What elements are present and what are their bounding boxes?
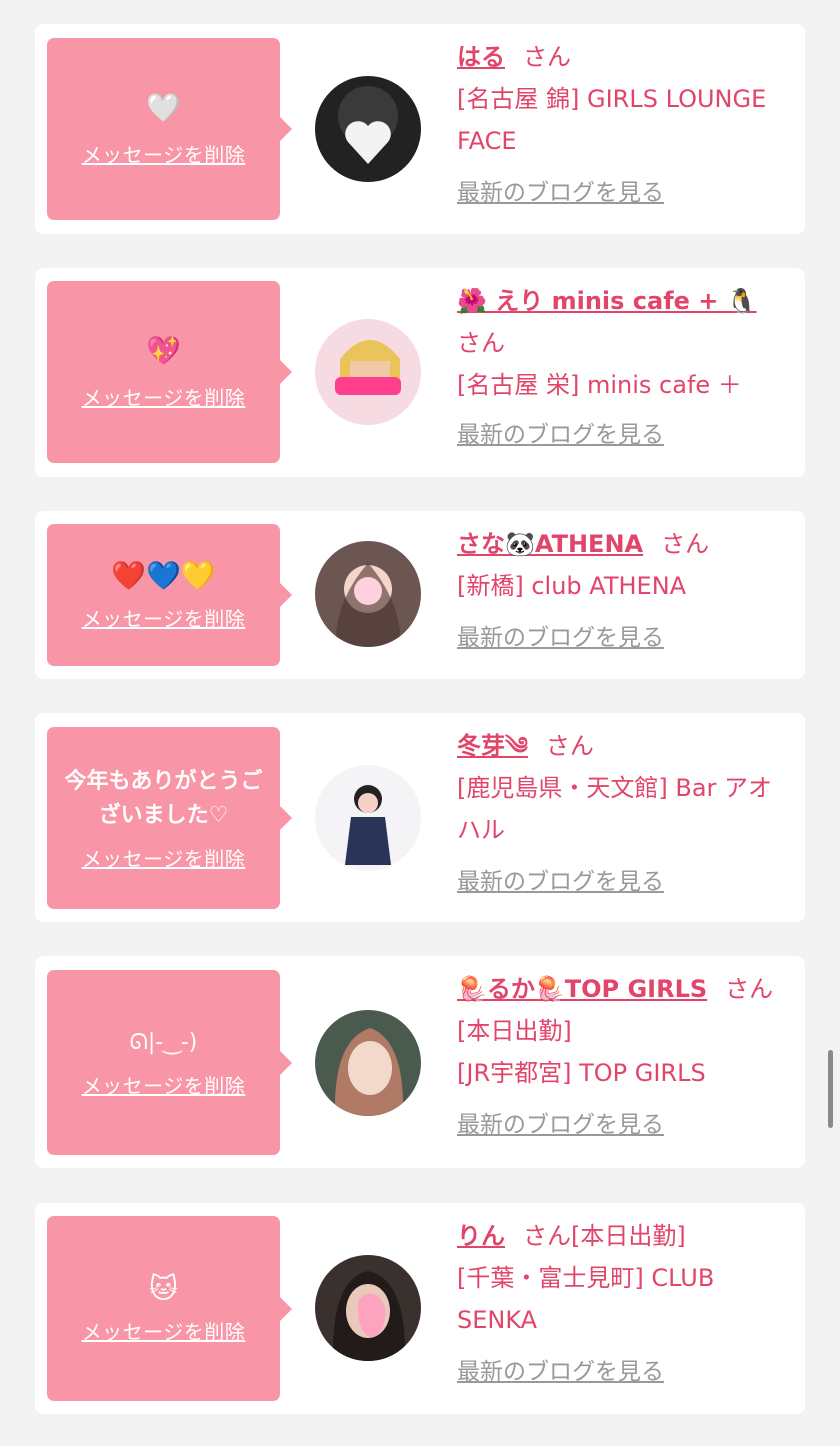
- delete-message-link[interactable]: メッセージを削除: [82, 1316, 246, 1345]
- shop-name: [名古屋 錦] GIRLS LOUNGE FACE: [457, 85, 767, 155]
- message-card: 💖 メッセージを削除 🌺 えり minis cafe + 🐧 さん [名古屋 栄…: [35, 268, 805, 477]
- message-bubble: ᘏ|-‿-) メッセージを削除: [47, 970, 292, 1155]
- profile-name-link[interactable]: 🪼るか🪼TOP GIRLS: [457, 975, 707, 1003]
- delete-message-link[interactable]: メッセージを削除: [82, 382, 246, 411]
- profile-name-link[interactable]: 🌺 えり minis cafe + 🐧: [457, 287, 757, 315]
- message-card: ❤️💙💛 メッセージを削除 さな🐼ATHENA さん [新橋] club ATHE…: [35, 511, 805, 679]
- status-badge: [本日出勤]: [457, 1017, 572, 1045]
- message-card: 今年もありがとうございました♡ メッセージを削除 冬芽༄ さん [鹿児島県・天文館…: [35, 713, 805, 922]
- message-bubble: 今年もありがとうございました♡ メッセージを削除: [47, 727, 292, 909]
- status-badge: [本日出勤]: [571, 1222, 686, 1250]
- latest-blog-link[interactable]: 最新のブログを見る: [457, 1104, 797, 1146]
- shop-name: [名古屋 栄] minis cafe ＋: [457, 371, 742, 399]
- message-text: ᘏ|-‿-): [129, 1030, 198, 1055]
- message-bubble: 💖 メッセージを削除: [47, 281, 292, 463]
- delete-message-link[interactable]: メッセージを削除: [82, 603, 246, 632]
- message-bubble: 🤍 メッセージを削除: [47, 38, 292, 220]
- profile-name-link[interactable]: 冬芽༄: [457, 732, 528, 760]
- delete-message-link[interactable]: メッセージを削除: [82, 843, 246, 872]
- san-suffix: さん: [545, 732, 594, 760]
- shop-name: [鹿児島県・天文館] Bar アオハル: [457, 774, 773, 844]
- profile-info: りん さん[本日出勤] [千葉・富士見町] CLUB SENKA 最新のブログを見…: [457, 1215, 792, 1393]
- shop-name: [千葉・富士見町] CLUB SENKA: [457, 1264, 715, 1334]
- message-bubble: ❤️💙💛 メッセージを削除: [47, 524, 292, 666]
- latest-blog-link[interactable]: 最新のブログを見る: [457, 414, 792, 456]
- avatar[interactable]: [315, 1010, 421, 1116]
- profile-name-link[interactable]: さな🐼ATHENA: [457, 530, 643, 558]
- avatar[interactable]: [315, 76, 421, 182]
- profile-name-link[interactable]: りん: [457, 1222, 505, 1250]
- latest-blog-link[interactable]: 最新のブログを見る: [457, 861, 792, 903]
- message-card: ᘏ|-‿-) メッセージを削除 🪼るか🪼TOP GIRLS さん [本日出勤] [J…: [35, 956, 805, 1168]
- profile-info: さな🐼ATHENA さん [新橋] club ATHENA 最新のブログを見る: [457, 523, 792, 659]
- message-text: ❤️💙💛: [111, 558, 216, 592]
- san-suffix: さん: [523, 43, 571, 71]
- delete-message-link[interactable]: メッセージを削除: [82, 139, 246, 168]
- message-bubble: 🐱 メッセージを削除: [47, 1216, 292, 1401]
- san-suffix: さん: [457, 329, 505, 357]
- san-suffix: さん: [661, 530, 710, 558]
- avatar[interactable]: [315, 1255, 421, 1361]
- avatar[interactable]: [315, 541, 421, 647]
- latest-blog-link[interactable]: 最新のブログを見る: [457, 617, 792, 659]
- avatar[interactable]: [315, 319, 421, 425]
- profile-info: 冬芽༄ さん [鹿児島県・天文館] Bar アオハル 最新のブログを見る: [457, 725, 792, 903]
- shop-name: [JR宇都宮] TOP GIRLS: [457, 1059, 706, 1087]
- delete-message-link[interactable]: メッセージを削除: [82, 1070, 246, 1099]
- profile-info: はる さん [名古屋 錦] GIRLS LOUNGE FACE 最新のブログを見る: [457, 36, 792, 214]
- message-card: 🐱 メッセージを削除 りん さん[本日出勤] [千葉・富士見町] CLUB SEN…: [35, 1203, 805, 1414]
- latest-blog-link[interactable]: 最新のブログを見る: [457, 172, 792, 214]
- shop-name: [新橋] club ATHENA: [457, 572, 687, 600]
- message-card: 🤍 メッセージを削除 はる さん [名古屋 錦] GIRLS LOUNGE FAC…: [35, 24, 805, 234]
- scrollbar[interactable]: [828, 1050, 833, 1128]
- profile-info: 🌺 えり minis cafe + 🐧 さん [名古屋 栄] minis caf…: [457, 280, 792, 456]
- profile-info: 🪼るか🪼TOP GIRLS さん[本日出勤] [JR宇都宮] TOP GIRLS …: [457, 968, 797, 1146]
- message-text: 🤍: [146, 90, 181, 124]
- san-suffix: さん: [725, 975, 774, 1003]
- message-text: 🐱: [148, 1272, 179, 1305]
- message-text: 今年もありがとうございました♡: [64, 768, 263, 828]
- avatar[interactable]: [315, 765, 421, 871]
- profile-name-link[interactable]: はる: [457, 43, 505, 71]
- message-text: 💖: [146, 333, 181, 367]
- latest-blog-link[interactable]: 最新のブログを見る: [457, 1351, 792, 1393]
- san-suffix: さん: [523, 1222, 571, 1250]
